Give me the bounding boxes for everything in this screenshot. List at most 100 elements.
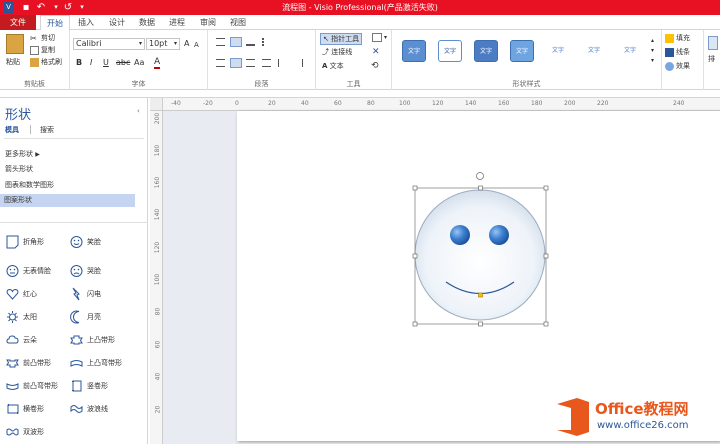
connection-point-icon[interactable]: ✕ (372, 47, 380, 57)
tab-design[interactable]: 设计 (103, 15, 131, 30)
bold-button[interactable]: B (76, 58, 82, 68)
text-tool-button[interactable]: A 文本 (322, 61, 344, 71)
style-swatch[interactable]: 文字 (618, 40, 642, 62)
shape-down-ribbon[interactable]: 前凸带形 (6, 354, 68, 372)
paste-button[interactable]: 粘贴 (6, 57, 20, 67)
align-left-icon[interactable] (216, 59, 225, 67)
tab-home[interactable]: 开始 (40, 15, 70, 31)
arrange-icon[interactable] (708, 36, 718, 50)
shape-up-ribbon[interactable]: 上凸带形 (70, 331, 132, 349)
copy-button[interactable]: 复制 (30, 45, 55, 55)
cut-button[interactable]: ✂ 剪切 (30, 33, 55, 43)
fill-label: 填充 (676, 34, 690, 42)
rotate-icon[interactable]: ⟲ (371, 61, 379, 71)
strikethrough-button[interactable]: abc (116, 58, 130, 68)
tab-search[interactable]: 搜索 (40, 125, 54, 135)
ruler-tick: 80 (367, 100, 375, 107)
grow-font-button[interactable]: A (184, 39, 189, 49)
style-swatch[interactable]: 文字 (438, 40, 462, 62)
style-swatch[interactable]: 文字 (510, 40, 534, 62)
align-top-icon[interactable] (216, 38, 225, 46)
ruler-tick: 40 (154, 372, 162, 381)
scroll-down-icon[interactable]: ▾ (651, 46, 654, 56)
indent-icon[interactable] (278, 59, 287, 67)
style-swatch[interactable]: 文字 (582, 40, 606, 62)
stencil-pattern-shapes[interactable]: 图案形状 (0, 194, 135, 207)
paragraph-group-label: 段落 (254, 80, 269, 88)
shape-vertical-scroll[interactable]: 竖卷形 (70, 377, 132, 395)
tab-stencils[interactable]: 模具 (5, 125, 19, 135)
chevron-right-icon: ▶ (35, 151, 40, 158)
drawing-canvas[interactable] (163, 111, 720, 444)
change-case-button[interactable]: Aa (134, 58, 144, 68)
bullets-icon[interactable] (262, 38, 272, 46)
style-swatch[interactable]: 文字 (402, 40, 426, 62)
shape-double-wave[interactable]: 双波形 (6, 423, 68, 441)
more-shapes-button[interactable]: 更多形状 ▶ (4, 148, 134, 161)
more-styles-icon[interactable]: ▾ (651, 56, 654, 66)
shape-lightning[interactable]: 闪电 (70, 285, 132, 303)
control-handle[interactable] (478, 292, 483, 298)
shape-smiley[interactable]: 笑脸 (70, 233, 132, 251)
tab-data[interactable]: 数据 (133, 15, 161, 30)
shape-moon[interactable]: 月亮 (70, 308, 132, 326)
style-swatch[interactable]: 文字 (546, 40, 570, 62)
outdent-icon[interactable] (294, 59, 303, 67)
effects-icon (665, 61, 674, 71)
align-bottom-icon[interactable] (246, 38, 255, 46)
shape-neutral-face[interactable]: 无表情脸 (6, 262, 68, 280)
font-name-combo[interactable]: Calibri ▾ (73, 38, 145, 50)
smiley-shape[interactable] (414, 189, 546, 321)
connector-button[interactable]: ⤴ 连接线 (322, 47, 352, 57)
line-label: 线条 (676, 48, 690, 56)
format-painter-button[interactable]: 格式刷 (30, 57, 62, 67)
tab-file[interactable]: 文件 (0, 15, 36, 30)
shape-sad-face[interactable]: 哭脸 (70, 262, 132, 280)
shape-cloud[interactable]: 云朵 (6, 331, 68, 349)
underline-button[interactable]: U (103, 58, 109, 68)
tab-view[interactable]: 视图 (224, 15, 252, 30)
align-center-icon[interactable] (230, 58, 242, 68)
effects-button[interactable]: 效果 (665, 61, 690, 71)
align-middle-icon[interactable] (230, 37, 242, 47)
moon-icon (70, 310, 80, 324)
drawing-page[interactable] (237, 111, 720, 441)
shape-sun[interactable]: 太阳 (6, 308, 68, 326)
fill-button[interactable]: 填充 (665, 33, 690, 43)
cut-label: 剪切 (41, 34, 55, 42)
pointer-icon: ↖ (323, 35, 329, 43)
shape-curved-up-ribbon[interactable]: 上凸弯带形 (70, 354, 132, 372)
line-button[interactable]: 线条 (665, 47, 690, 57)
tab-process[interactable]: 进程 (163, 15, 191, 30)
stencil-charts-math[interactable]: 图表和数学图形 (4, 179, 134, 192)
pane-divider (4, 138, 144, 139)
shape-horizontal-scroll[interactable]: 横卷形 (6, 400, 68, 418)
vertical-scroll-icon (72, 380, 82, 392)
italic-button[interactable]: I (90, 58, 92, 68)
ruler-tick: -20 (203, 100, 213, 107)
shape-folded-corner[interactable]: 折角形 (6, 233, 68, 251)
shape-wave[interactable]: 波浪线 (70, 400, 132, 418)
pointer-tool-button[interactable]: ↖ 指针工具 (320, 33, 363, 45)
font-color-icon[interactable]: A (154, 57, 161, 69)
font-size-combo[interactable]: 10pt ▾ (146, 38, 180, 50)
copy-icon (30, 45, 39, 55)
tab-insert[interactable]: 插入 (72, 15, 100, 30)
tab-review[interactable]: 审阅 (194, 15, 222, 30)
paste-icon[interactable] (6, 34, 24, 54)
stencil-arrows[interactable]: 箭头形状 (4, 163, 134, 176)
face-circle[interactable] (414, 189, 546, 321)
arrange-label[interactable]: 排 (708, 54, 715, 64)
chevron-down-icon[interactable]: ▾ (384, 33, 387, 43)
shrink-font-button[interactable]: A (194, 40, 199, 50)
style-swatch[interactable]: 文字 (474, 40, 498, 62)
justify-icon[interactable] (262, 59, 271, 67)
rotation-handle-icon[interactable] (476, 172, 484, 180)
shape-label: 笑脸 (87, 238, 101, 246)
align-right-icon[interactable] (246, 59, 255, 67)
rectangle-tool-icon[interactable] (372, 33, 382, 42)
shape-curved-down-ribbon[interactable]: 前凸弯带形 (6, 377, 68, 395)
scroll-up-icon[interactable]: ▴ (651, 36, 654, 46)
collapse-pane-icon[interactable]: ‹ (137, 107, 140, 115)
shape-heart[interactable]: 红心 (6, 285, 68, 303)
